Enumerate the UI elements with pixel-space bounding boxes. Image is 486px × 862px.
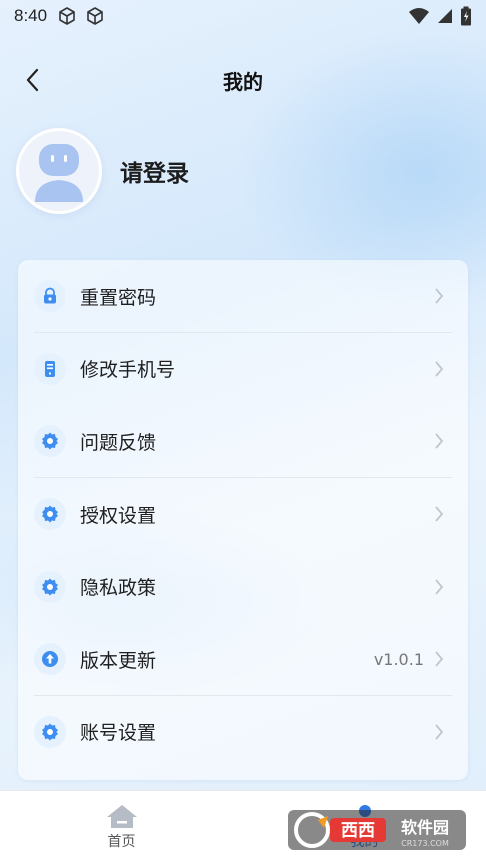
back-arrow-icon	[26, 68, 39, 92]
gear-icon	[34, 498, 66, 531]
avatar[interactable]	[16, 128, 102, 214]
menu-item-reset-password[interactable]: 重置密码	[18, 260, 468, 333]
status-bar: 8:40	[0, 0, 486, 32]
svg-text:CR173.COM: CR173.COM	[401, 839, 449, 848]
menu-item-label: 隐私政策	[80, 577, 157, 600]
robot-avatar-icon	[35, 144, 83, 202]
login-prompt[interactable]: 请登录	[120, 154, 189, 188]
chevron-right-icon	[434, 432, 448, 450]
menu-item-label: 修改手机号	[80, 359, 176, 382]
tab-home[interactable]: 首页	[0, 791, 243, 862]
cube-icon	[59, 7, 75, 25]
svg-text:西西: 西西	[341, 821, 375, 841]
signal-icon	[438, 9, 452, 23]
menu-item-authorization[interactable]: 授权设置	[18, 478, 468, 551]
battery-icon	[461, 6, 471, 26]
gear-icon	[34, 570, 66, 603]
page-title: 我的	[223, 69, 263, 94]
chevron-right-icon	[434, 578, 448, 596]
cube-icon	[87, 7, 103, 25]
menu-item-label: 授权设置	[80, 504, 157, 527]
tab-label: 首页	[107, 833, 136, 850]
chevron-right-icon	[434, 360, 448, 378]
gear-icon	[34, 425, 66, 458]
watermark-logo: 西西 软件园 CR173.COM	[288, 806, 466, 854]
menu-card: 重置密码 修改手机号 问题反馈 授权设置 隐私政策 版本更新 v1.0.1 账号…	[18, 260, 468, 780]
menu-item-label: 重置密码	[80, 286, 157, 309]
profile-section: 请登录	[16, 128, 189, 214]
version-value: v1.0.1	[373, 649, 424, 669]
chevron-right-icon	[434, 650, 448, 668]
wifi-icon	[409, 8, 429, 24]
home-icon	[106, 804, 137, 828]
menu-item-label: 版本更新	[80, 649, 157, 672]
menu-item-feedback[interactable]: 问题反馈	[18, 405, 468, 478]
menu-item-label: 问题反馈	[80, 431, 157, 454]
status-time: 8:40	[14, 6, 48, 25]
menu-item-account-settings[interactable]: 账号设置	[18, 696, 468, 769]
chevron-right-icon	[434, 505, 448, 523]
chevron-right-icon	[434, 287, 448, 305]
title-bar: 我的	[0, 58, 486, 102]
svg-text:软件园: 软件园	[401, 818, 449, 837]
phone-icon	[34, 352, 66, 385]
menu-item-version-update[interactable]: 版本更新 v1.0.1	[18, 623, 468, 696]
menu-item-change-phone[interactable]: 修改手机号	[18, 333, 468, 406]
back-button[interactable]	[18, 66, 46, 94]
lock-icon	[34, 280, 66, 313]
chevron-right-icon	[434, 723, 448, 741]
menu-item-privacy-policy[interactable]: 隐私政策	[18, 550, 468, 623]
menu-item-label: 账号设置	[80, 722, 157, 745]
gear-icon	[34, 715, 66, 748]
upload-arrow-icon	[34, 643, 66, 676]
